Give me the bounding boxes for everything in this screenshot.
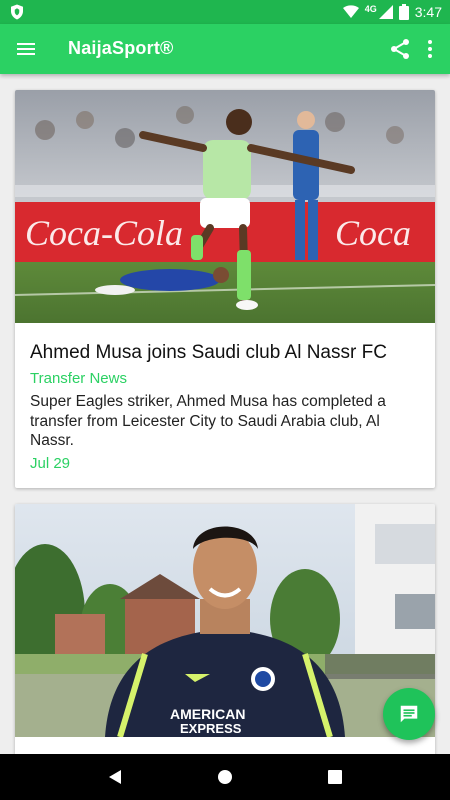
back-icon bbox=[109, 770, 121, 784]
news-feed[interactable]: Coca-Cola Coca Ahmed Musa joins Saudi cl… bbox=[0, 74, 450, 754]
article-category[interactable]: Transfer News bbox=[30, 369, 420, 389]
recents-icon bbox=[328, 770, 342, 784]
more-vert-icon[interactable] bbox=[420, 37, 440, 61]
app-title: NaijaSport® bbox=[68, 38, 174, 58]
home-icon bbox=[218, 770, 232, 784]
message-fab[interactable] bbox=[383, 688, 435, 740]
status-bar: 4G 3:47 bbox=[0, 0, 450, 24]
wifi-signal-icon bbox=[342, 5, 359, 18]
share-icon[interactable] bbox=[388, 37, 412, 61]
shield-icon bbox=[11, 4, 23, 20]
recents-button[interactable] bbox=[321, 763, 349, 791]
app-bar: NaijaSport® bbox=[0, 24, 450, 74]
jersey-sponsor-line-2: EXPRESS bbox=[180, 721, 242, 736]
article-card[interactable]: Coca-Cola Coca Ahmed Musa joins Saudi cl… bbox=[15, 90, 435, 488]
svg-text:Coca: Coca bbox=[335, 213, 411, 253]
system-nav-bar bbox=[0, 754, 450, 800]
svg-text:Coca-Cola: Coca-Cola bbox=[25, 213, 183, 253]
article-card-body: Ahmed Musa joins Saudi club Al Nassr FC … bbox=[15, 323, 435, 472]
footballer-celebrating-photo: Coca-Cola Coca bbox=[15, 90, 435, 323]
article-card[interactable]: AMERICAN EXPRESS bbox=[15, 504, 435, 754]
cell-signal-icon bbox=[378, 5, 393, 19]
home-button[interactable] bbox=[211, 763, 239, 791]
back-button[interactable] bbox=[101, 763, 129, 791]
footballer-smiling-photo: AMERICAN EXPRESS bbox=[15, 504, 435, 737]
message-icon bbox=[400, 705, 418, 723]
article-date: Jul 29 bbox=[30, 454, 71, 472]
article-excerpt: Super Eagles striker, Ahmed Musa has com… bbox=[30, 393, 386, 449]
battery-icon bbox=[398, 4, 409, 20]
jersey-sponsor-line-1: AMERICAN bbox=[170, 706, 245, 722]
network-type-label: 4G bbox=[364, 4, 377, 14]
menu-icon[interactable] bbox=[14, 37, 38, 61]
status-time: 3:47 bbox=[414, 4, 442, 20]
article-title[interactable]: Ahmed Musa joins Saudi club Al Nassr FC bbox=[30, 341, 420, 365]
